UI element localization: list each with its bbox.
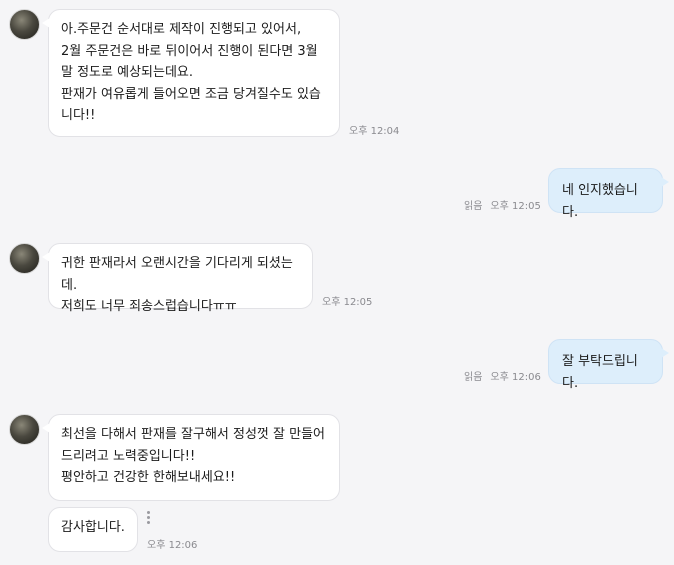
more-options-icon[interactable] (147, 511, 151, 527)
message-time: 오후 12:06 (147, 536, 197, 551)
read-receipt: 읽음 (464, 372, 483, 383)
avatar[interactable] (9, 9, 40, 40)
message-meta: 읽음 오후 12:06 (464, 368, 541, 383)
message-bubble[interactable]: 네 인지했습니다. (548, 168, 669, 220)
avatar[interactable] (9, 243, 40, 274)
time-label: 오후 12:04 (349, 126, 400, 137)
time-label: 오후 12:05 (490, 201, 541, 212)
read-receipt: 읽음 (464, 201, 483, 212)
avatar[interactable] (9, 414, 40, 445)
message-time: 오후 12:05 (322, 293, 372, 308)
time-label: 오후 12:05 (322, 297, 373, 308)
message-meta: 읽음 오후 12:05 (464, 197, 541, 212)
time-label: 오후 12:06 (147, 540, 198, 551)
time-label: 오후 12:06 (490, 372, 541, 383)
message-bubble[interactable]: 감사합니다. (48, 507, 138, 552)
message-bubble[interactable]: 최선을 다해서 판재를 잘구해서 정성껏 잘 만들어 드리려고 노력중입니다!!… (42, 414, 340, 501)
message-bubble[interactable]: 귀한 판재라서 오랜시간을 기다리게 되셨는데. 저희도 너무 죄송스럽습니다ㅠ… (42, 243, 313, 314)
message-bubble[interactable]: 아.주문건 순서대로 제작이 진행되고 있어서, 2월 주문건은 바로 뒤이어서… (42, 9, 340, 137)
message-time: 오후 12:04 (349, 122, 399, 137)
message-bubble[interactable]: 잘 부탁드립니다. (548, 339, 669, 391)
